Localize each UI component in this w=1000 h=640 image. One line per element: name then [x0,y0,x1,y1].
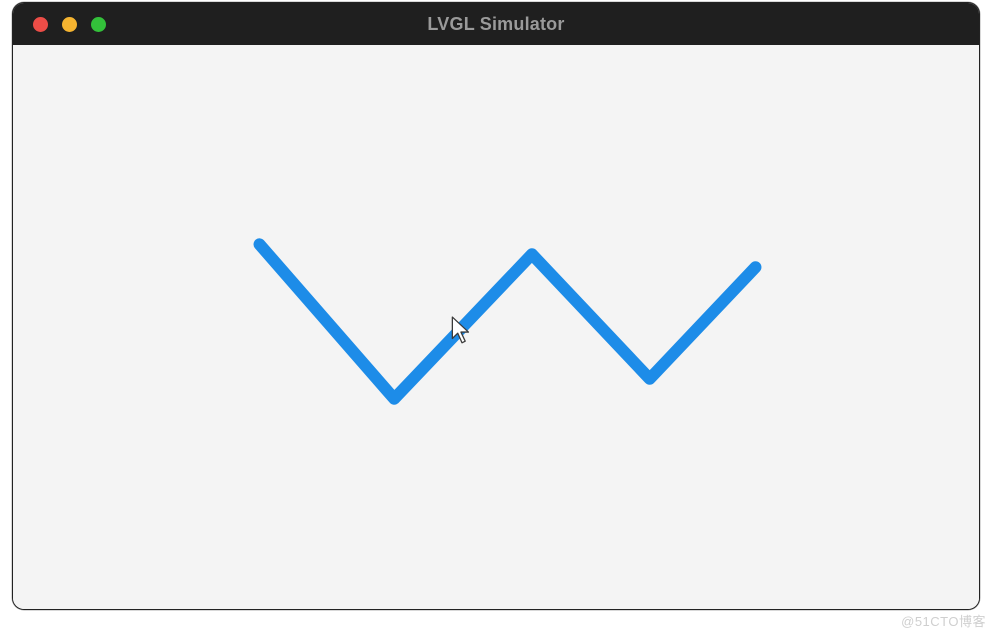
close-button[interactable] [33,17,48,32]
app-window: LVGL Simulator [12,2,980,610]
zoom-button[interactable] [91,17,106,32]
sim-canvas[interactable] [13,45,979,609]
traffic-lights [13,17,106,32]
polyline-graphic [13,45,979,609]
window-title: LVGL Simulator [427,14,564,35]
watermark-text: @51CTO博客 [901,611,986,630]
titlebar: LVGL Simulator [13,3,979,45]
minimize-button[interactable] [62,17,77,32]
